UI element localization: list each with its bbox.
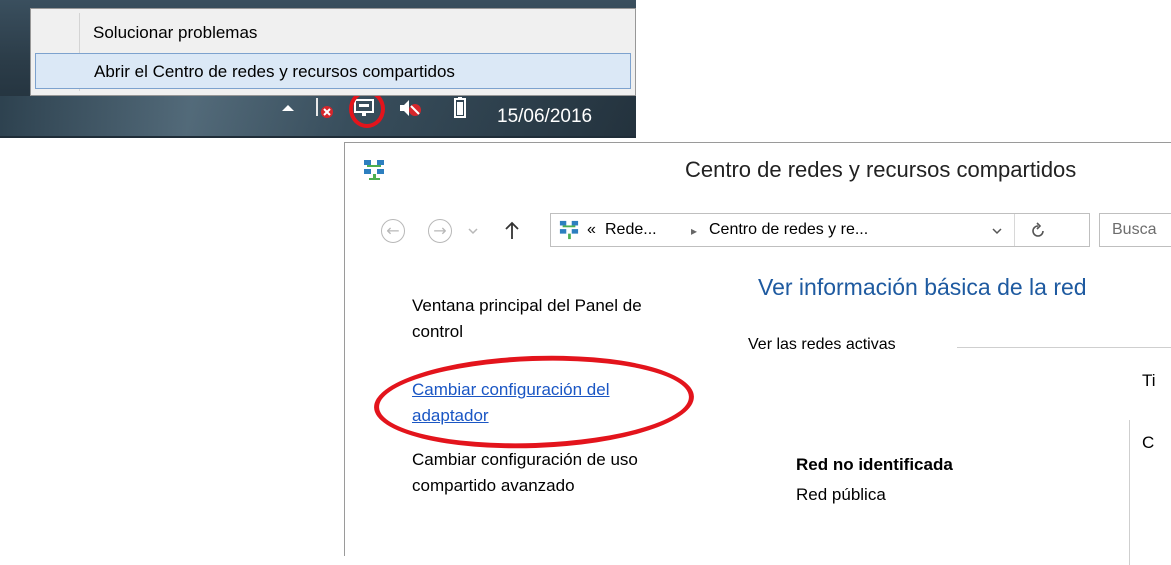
menu-item-troubleshoot[interactable]: Solucionar problemas <box>35 15 631 51</box>
search-input[interactable]: Busca <box>1099 213 1171 247</box>
battery-icon[interactable] <box>448 96 472 120</box>
menu-item-open-network-center[interactable]: Abrir el Centro de redes y recursos comp… <box>35 53 631 89</box>
volume-muted-icon[interactable] <box>398 96 422 120</box>
breadcrumb-segment-center[interactable]: Centro de redes y re... <box>709 221 868 239</box>
sidebar-item-label: Cambiar configuración de uso <box>412 450 638 469</box>
forward-button[interactable]: → <box>428 219 452 243</box>
address-bar[interactable]: « Rede... ▸ Centro de redes y re... <box>550 213 1090 247</box>
window-title: Centro de redes y recursos compartidos <box>685 157 1077 182</box>
network-type[interactable]: Red pública <box>796 485 886 505</box>
active-networks-divider <box>957 347 1171 348</box>
access-type-label-truncated: Ti <box>1142 371 1156 390</box>
address-overflow-chevrons[interactable]: « <box>587 221 596 239</box>
address-network-icon <box>559 220 579 240</box>
network-name: Red no identificada <box>796 455 953 474</box>
network-sharing-center-window: Centro de redes y recursos compartidos ←… <box>344 142 1171 565</box>
refresh-icon[interactable] <box>1029 222 1047 240</box>
connections-label-truncated: C <box>1142 433 1155 452</box>
page-heading: Ver información básica de la red <box>758 274 1087 300</box>
breadcrumb-segment-redes[interactable]: Rede... <box>605 221 657 239</box>
sidebar-item-advanced-sharing-settings[interactable]: Cambiar configuración de uso compartido … <box>412 447 722 499</box>
show-hidden-icons-arrow-icon[interactable] <box>276 96 300 120</box>
active-networks-label: Ver las redes activas <box>748 336 896 353</box>
sidebar-item-label: compartido avanzado <box>412 476 575 495</box>
up-arrow-icon[interactable] <box>504 221 520 241</box>
sidebar-item-label: Ventana principal del Panel de <box>412 296 642 315</box>
back-button[interactable]: ← <box>381 219 405 243</box>
action-center-error-icon[interactable] <box>312 96 336 120</box>
address-dropdown-chevron-icon[interactable] <box>991 226 1003 236</box>
network-context-menu: Solucionar problemas Abrir el Centro de … <box>30 8 636 96</box>
sidebar-item-label: control <box>412 322 464 341</box>
address-divider <box>1014 214 1015 246</box>
breadcrumb-separator[interactable]: ▸ <box>691 224 697 238</box>
sidebar-item-control-panel-home[interactable]: Ventana principal del Panel de control <box>412 293 722 345</box>
network-center-app-icon[interactable] <box>363 159 385 181</box>
taskbar-date[interactable]: 15/06/2016 <box>497 106 592 128</box>
network-column-divider <box>1129 420 1130 565</box>
title-bar: Centro de redes y recursos compartidos <box>345 143 1171 203</box>
recent-locations-chevron-icon[interactable] <box>467 226 479 236</box>
